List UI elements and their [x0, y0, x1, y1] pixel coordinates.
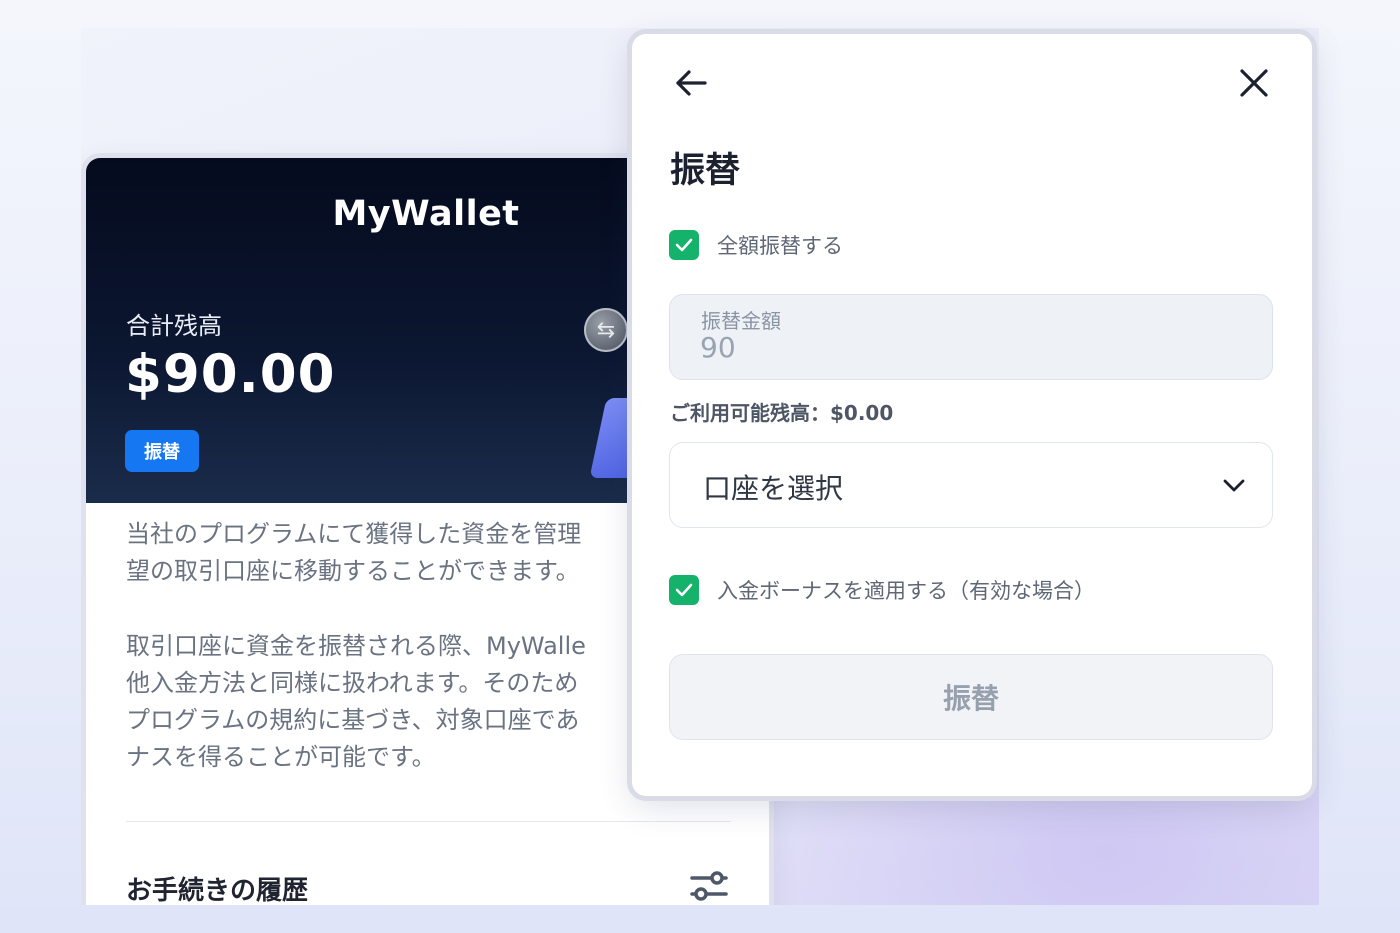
- full-amount-label: 全額振替する: [717, 234, 843, 258]
- amount-label: 振替金額: [701, 309, 781, 333]
- amount-value: 90: [700, 331, 736, 364]
- available-balance: ご利用可能残高：$0.00: [670, 401, 894, 425]
- filter-icon[interactable]: [689, 868, 729, 904]
- modal-title: 振替: [670, 151, 741, 191]
- checkmark-icon: [675, 238, 693, 252]
- coin-transfer-icon: ⇆: [584, 308, 628, 352]
- close-icon: [1240, 69, 1268, 97]
- description-line: 取引口座に資金を振替される際、MyWalle: [126, 632, 586, 660]
- bonus-checkbox-row[interactable]: 入金ボーナスを適用する（有効な場合）: [669, 575, 1095, 605]
- balance-label: 合計残高: [126, 312, 222, 340]
- description-line: 他入金方法と同様に扱われます。そのため: [126, 669, 579, 697]
- transfer-modal: 振替 全額振替する 振替金額 90 ご利用可能残高：$0.00 口座を選択 入金…: [632, 34, 1312, 796]
- submit-transfer-button[interactable]: 振替: [669, 654, 1273, 740]
- full-amount-checkbox-row[interactable]: 全額振替する: [669, 230, 843, 260]
- back-arrow-icon: [676, 70, 707, 96]
- description-line: ナスを得ることが可能です。: [126, 743, 436, 771]
- wallet-transfer-button[interactable]: 振替: [125, 430, 199, 472]
- description-line: 当社のプログラムにて獲得した資金を管理: [126, 520, 582, 548]
- chevron-down-icon: [1223, 479, 1245, 492]
- back-button[interactable]: [669, 61, 713, 105]
- amount-field[interactable]: 振替金額 90: [669, 294, 1273, 380]
- description-line: プログラムの規約に基づき、対象口座であ: [126, 706, 580, 734]
- full-amount-checkbox[interactable]: [669, 230, 699, 260]
- description-line: 望の取引口座に移動することができます。: [126, 557, 580, 585]
- balance-amount: $90.00: [125, 344, 336, 405]
- bonus-checkbox[interactable]: [669, 575, 699, 605]
- account-select-value: 口座を選択: [703, 472, 844, 505]
- wallet-title: MyWallet: [332, 194, 520, 234]
- close-button[interactable]: [1232, 61, 1276, 105]
- wallet-description-bonus: 取引口座に資金を振替される際、MyWalle 他入金方法と同様に扱われます。その…: [126, 628, 586, 776]
- checkmark-icon: [675, 583, 693, 597]
- account-select[interactable]: 口座を選択: [669, 442, 1273, 528]
- wallet-description: 当社のプログラムにて獲得した資金を管理 望の取引口座に移動することができます。: [126, 516, 581, 590]
- bonus-label: 入金ボーナスを適用する（有効な場合）: [717, 579, 1095, 603]
- history-title: お手続きの履歴: [126, 876, 309, 905]
- divider: [126, 821, 731, 822]
